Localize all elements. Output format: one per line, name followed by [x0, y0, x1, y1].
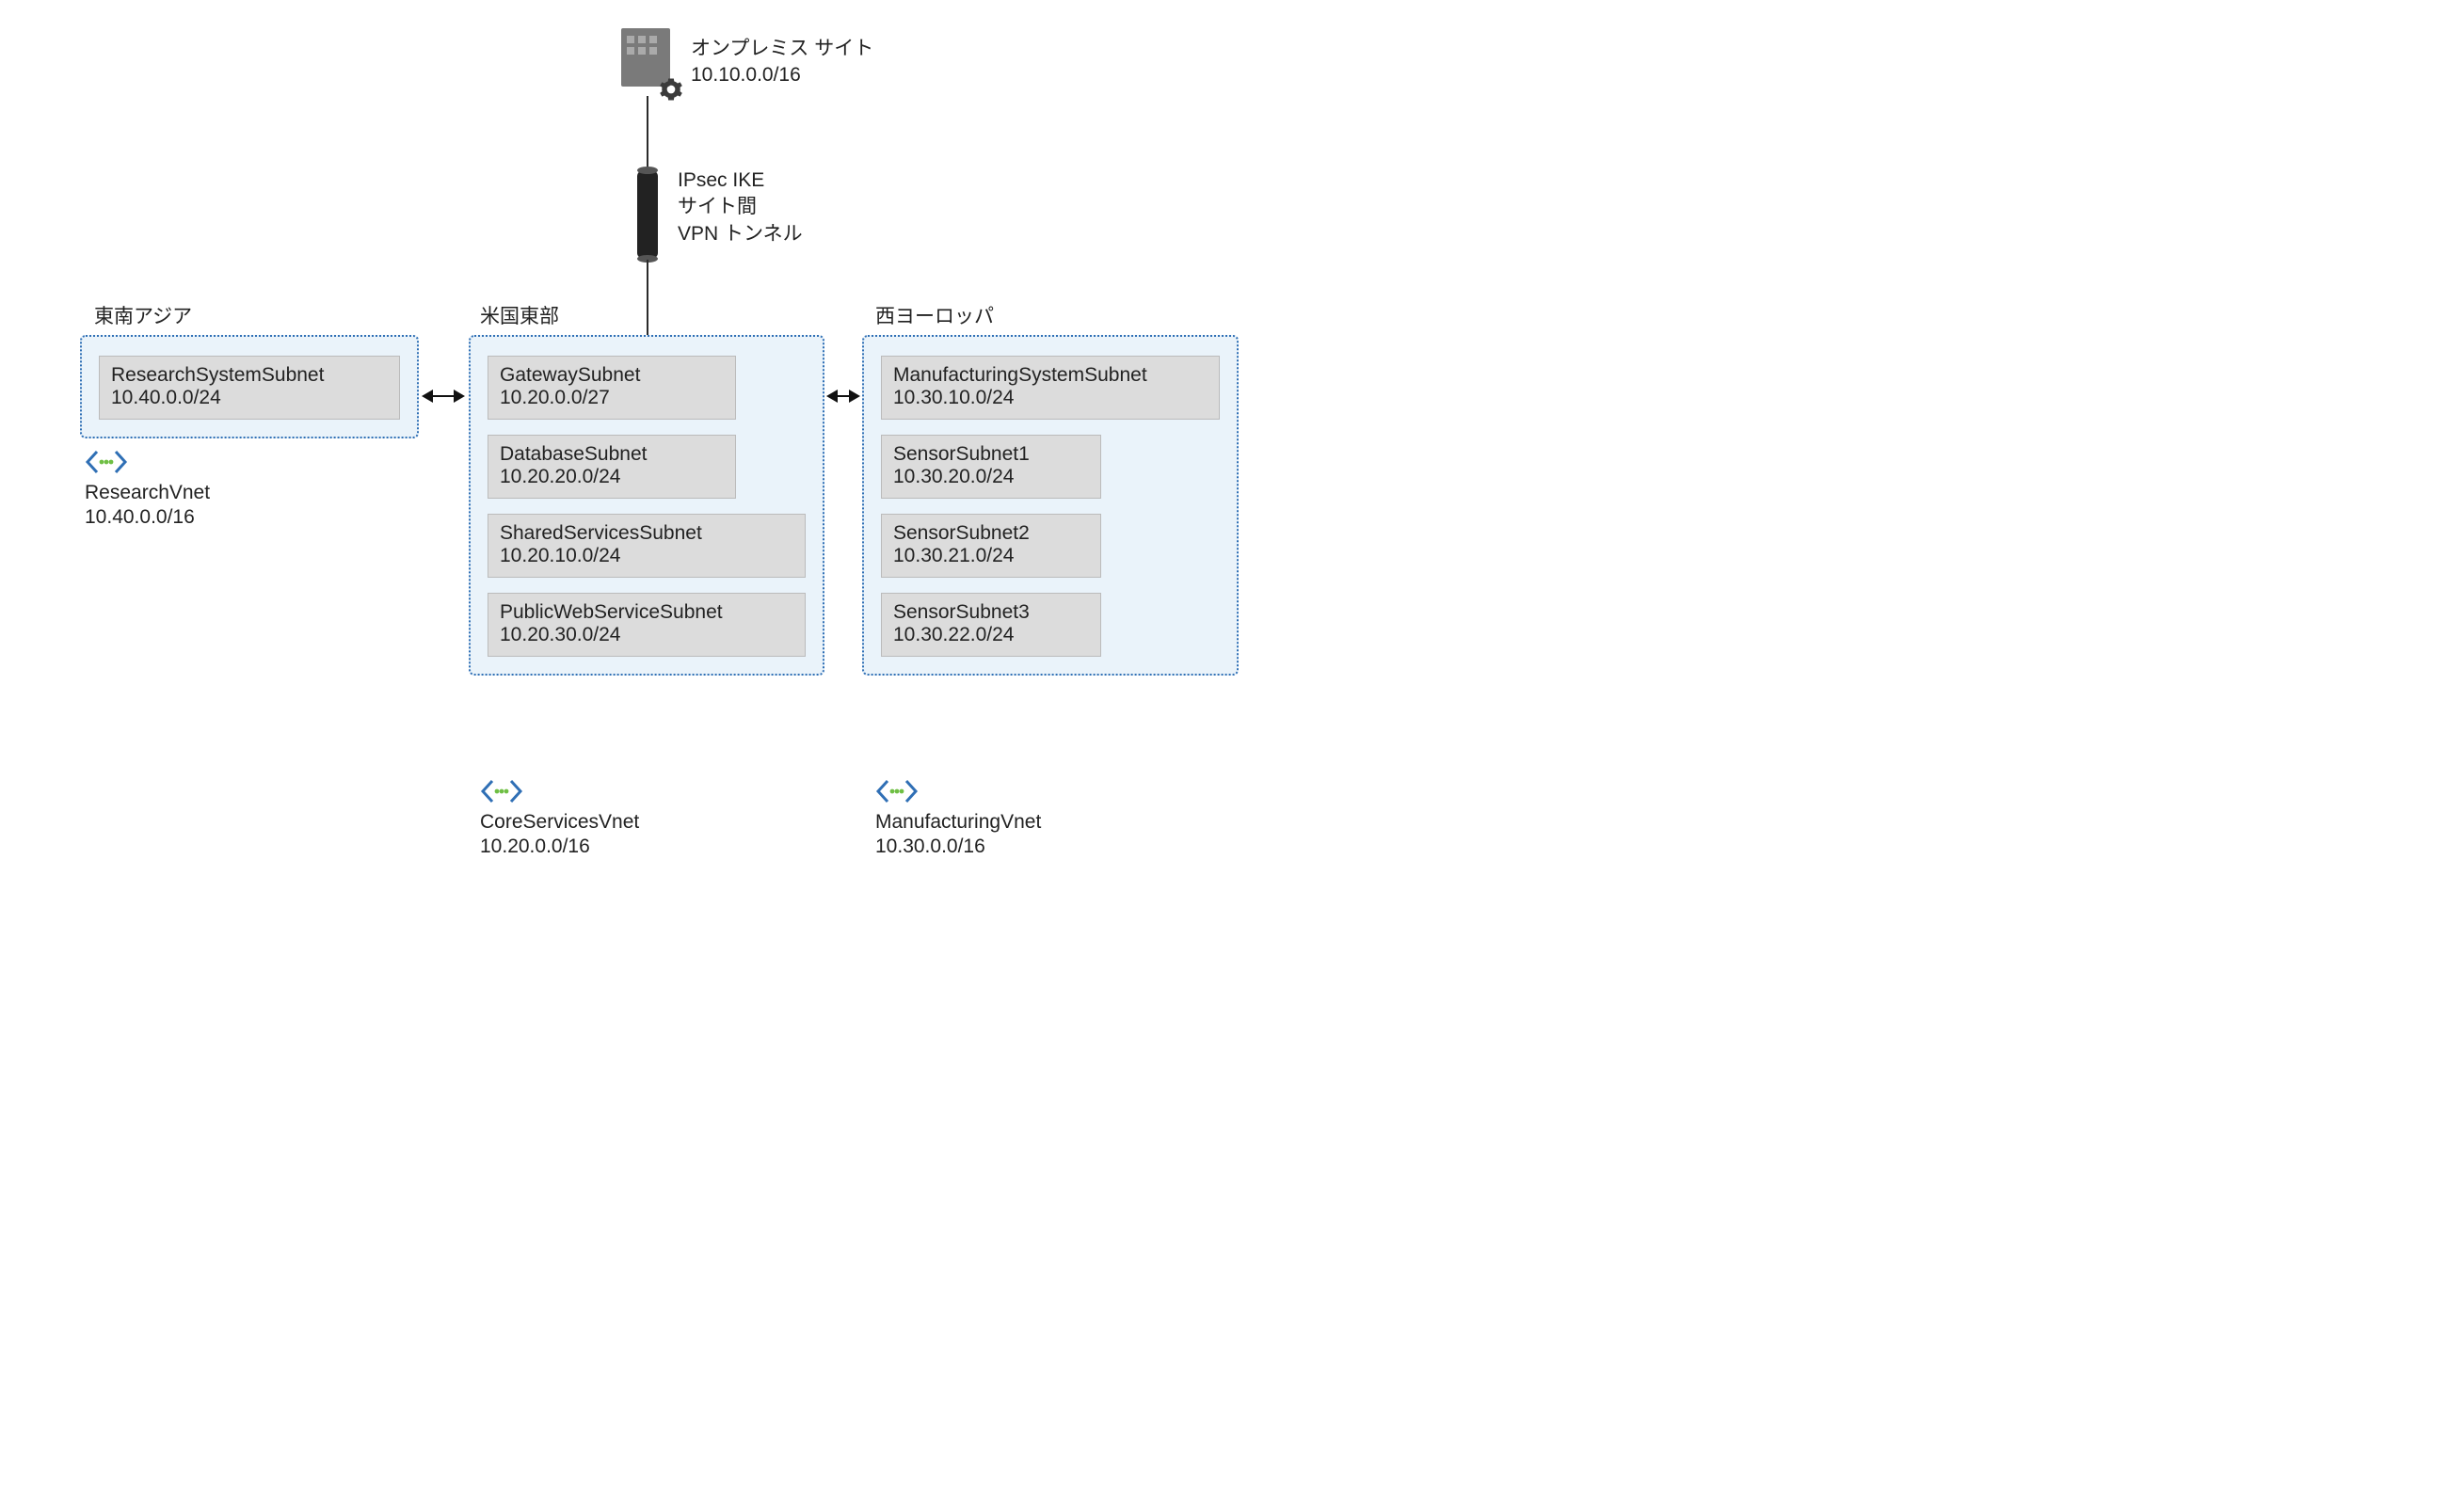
- vnet-cidr: 10.20.0.0/16: [480, 836, 639, 858]
- vnet-cidr: 10.40.0.0/16: [85, 506, 210, 529]
- network-topology-diagram: オンプレミス サイト 10.10.0.0/16 IPsec IKE サイト間 V…: [28, 28, 1402, 913]
- region-label-eus: 米国東部: [480, 301, 559, 329]
- subnet-box: GatewaySubnet 10.20.0.0/27: [488, 356, 736, 420]
- vnet-cidr: 10.30.0.0/16: [875, 836, 1041, 858]
- subnet-cidr: 10.20.20.0/24: [500, 466, 724, 488]
- vnet-icon: [85, 448, 128, 476]
- gear-icon: [659, 77, 683, 102]
- vnet-name: ResearchVnet: [85, 482, 210, 504]
- subnet-cidr: 10.40.0.0/24: [111, 387, 388, 409]
- subnet-name: DatabaseSubnet: [500, 443, 724, 466]
- vpn-label: IPsec IKE サイト間 VPN トンネル: [678, 167, 803, 247]
- subnet-name: SensorSubnet2: [893, 522, 1089, 545]
- vpn-tunnel-icon: [637, 169, 658, 260]
- peering-arrow-icon: [424, 395, 463, 397]
- connector-line: [647, 260, 648, 339]
- subnet-box: ResearchSystemSubnet 10.40.0.0/24: [99, 356, 400, 420]
- subnet-name: SensorSubnet3: [893, 601, 1089, 624]
- subnet-box: SensorSubnet1 10.30.20.0/24: [881, 435, 1101, 499]
- vnet-research: ResearchSystemSubnet 10.40.0.0/24: [80, 335, 419, 438]
- subnet-box: SharedServicesSubnet 10.20.10.0/24: [488, 514, 806, 578]
- onprem-title: オンプレミス サイト: [691, 36, 873, 62]
- subnet-cidr: 10.20.10.0/24: [500, 545, 793, 567]
- subnet-box: SensorSubnet3 10.30.22.0/24: [881, 593, 1101, 657]
- onprem-cidr: 10.10.0.0/16: [691, 62, 873, 88]
- subnet-name: SharedServicesSubnet: [500, 522, 793, 545]
- subnet-cidr: 10.30.22.0/24: [893, 624, 1089, 646]
- vnet-name: ManufacturingVnet: [875, 811, 1041, 834]
- subnet-box: ManufacturingSystemSubnet 10.30.10.0/24: [881, 356, 1220, 420]
- vnet-coreservices: GatewaySubnet 10.20.0.0/27 DatabaseSubne…: [469, 335, 824, 676]
- subnet-cidr: 10.20.30.0/24: [500, 624, 793, 646]
- subnet-box: DatabaseSubnet 10.20.20.0/24: [488, 435, 736, 499]
- vnet-footer-manufacturing: ManufacturingVnet 10.30.0.0/16: [875, 777, 1041, 858]
- subnet-box: SensorSubnet2 10.30.21.0/24: [881, 514, 1101, 578]
- vpn-line1: IPsec IKE: [678, 167, 803, 194]
- subnet-cidr: 10.30.20.0/24: [893, 466, 1089, 488]
- subnet-name: PublicWebServiceSubnet: [500, 601, 793, 624]
- subnet-cidr: 10.30.21.0/24: [893, 545, 1089, 567]
- vnet-footer-coreservices: CoreServicesVnet 10.20.0.0/16: [480, 777, 639, 858]
- subnet-name: SensorSubnet1: [893, 443, 1089, 466]
- subnet-name: ResearchSystemSubnet: [111, 364, 388, 387]
- connector-line: [647, 96, 648, 169]
- vpn-line2: サイト間: [678, 194, 803, 220]
- subnet-box: PublicWebServiceSubnet 10.20.30.0/24: [488, 593, 806, 657]
- peering-arrow-icon: [828, 395, 858, 397]
- subnet-cidr: 10.30.10.0/24: [893, 387, 1208, 409]
- vnet-icon: [480, 777, 523, 805]
- region-label-sea: 東南アジア: [94, 301, 192, 329]
- vnet-footer-research: ResearchVnet 10.40.0.0/16: [85, 448, 210, 529]
- vnet-icon: [875, 777, 919, 805]
- server-icon: [621, 28, 678, 96]
- vnet-name: CoreServicesVnet: [480, 811, 639, 834]
- subnet-cidr: 10.20.0.0/27: [500, 387, 724, 409]
- region-label-weu: 西ヨーロッパ: [875, 301, 994, 329]
- onprem-site: オンプレミス サイト 10.10.0.0/16: [621, 28, 873, 96]
- subnet-name: ManufacturingSystemSubnet: [893, 364, 1208, 387]
- vpn-line3: VPN トンネル: [678, 221, 803, 247]
- vnet-manufacturing: ManufacturingSystemSubnet 10.30.10.0/24 …: [862, 335, 1239, 676]
- subnet-name: GatewaySubnet: [500, 364, 724, 387]
